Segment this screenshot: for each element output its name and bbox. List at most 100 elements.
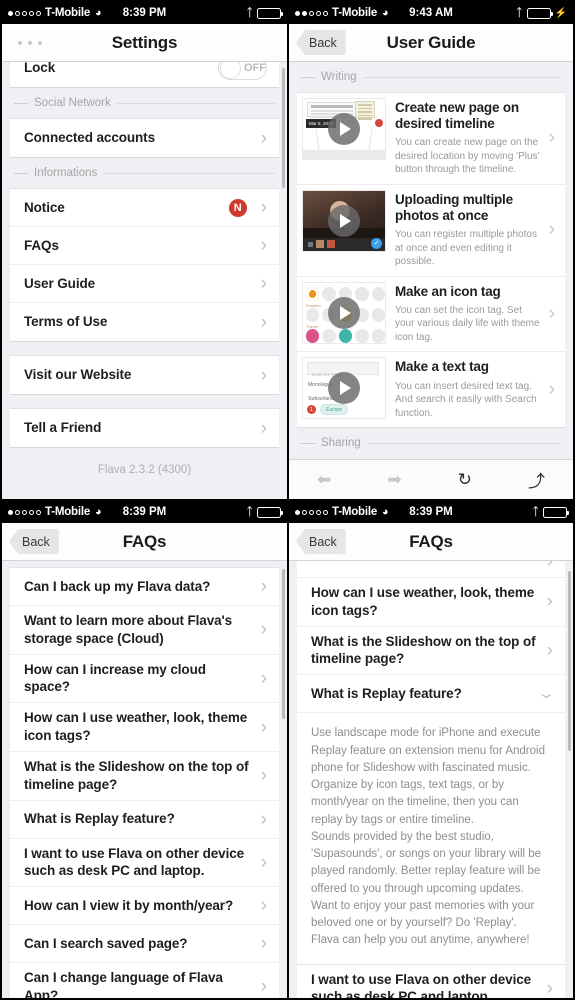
faq-row[interactable]: How can I view it by month/year? › [10,887,279,926]
faq-row-expanded[interactable]: What is Replay feature? ⌄ [297,675,565,714]
scrollbar[interactable] [282,68,285,188]
charging-bolt-icon: ⚡ [554,7,567,19]
status-left: T-Mobile ◕ [295,7,389,19]
faq-detail-scroll-area[interactable]: › How can I use weather, look, theme ico… [289,561,573,998]
row-tell-a-friend[interactable]: Tell a Friend › [10,409,279,447]
play-icon[interactable] [328,372,360,405]
chevron-right-icon: › [260,808,267,830]
guide-item-upload-photos[interactable]: ✓ Uploading multiple photos at once You … [297,184,565,277]
row-terms-of-use[interactable]: Terms of Use › [10,303,279,341]
video-thumbnail[interactable]: Emotion Theme [302,281,386,344]
faq-question: I want to use Flava on other device such… [311,971,532,999]
faq-row[interactable]: I want to use Flava on other device such… [10,838,279,888]
carrier-label: T-Mobile [45,506,91,518]
faq-row[interactable]: What is the Slideshow on the top of time… [297,626,565,676]
row-notice[interactable]: Notice N › [10,189,279,227]
card-faq-list: Can I back up my Flava data? › Want to le… [10,567,279,998]
faq-question: How can I view it by month/year? [24,897,234,913]
card-tell-friend: Tell a Friend › [10,408,279,448]
group-header-writing: Writing [289,62,573,92]
thumb-pill-tag: Europe [320,404,349,416]
lock-toggle[interactable]: OFF [218,62,267,80]
card-faq-detail: › How can I use weather, look, theme ico… [297,561,565,998]
faq-question: Can I change language of Flava App? [24,970,223,998]
menu-dots-icon[interactable] [18,40,42,45]
battery-icon [526,7,553,19]
user-guide-scroll-area[interactable]: Writing Mar 8, 2013 Create new page on d… [289,62,573,499]
chevron-right-icon: › [260,619,267,641]
forward-arrow-icon[interactable]: ➡ [387,470,401,490]
play-icon[interactable] [328,296,360,329]
faq-row[interactable]: I want to use Flava on other device such… [297,964,565,999]
row-lock[interactable]: Lock OFF [10,62,279,87]
row-visit-website[interactable]: Visit our Website › [10,356,279,394]
guide-item-desc: You can set the icon tag. Set your vario… [395,304,540,343]
card-website: Visit our Website › [10,355,279,395]
row-faqs[interactable]: FAQs › [10,227,279,265]
row-connected-accounts[interactable]: Connected accounts › [10,119,279,157]
signal-dots-icon [8,509,41,515]
play-icon[interactable] [328,113,360,145]
browser-toolbar: ⬅ ➡ ↻ ⤴ [289,459,573,499]
back-button[interactable]: Back [296,30,346,55]
faq-question: How can I use weather, look, theme icon … [24,710,248,744]
row-label: FAQs [24,237,59,253]
video-thumbnail[interactable]: ✓ [302,189,386,252]
chevron-right-icon: › [548,219,555,241]
guide-item-desc: You can register multiple photos at once… [395,229,537,268]
chevron-right-icon: › [546,639,553,661]
card-social: Connected accounts › [10,118,279,158]
faq-question: How can I use weather, look, theme icon … [311,585,535,618]
back-button[interactable]: Back [9,529,59,554]
guide-item-create-page[interactable]: Mar 8, 2013 Create new page on desired t… [297,93,565,185]
toggle-state-label: OFF [244,62,266,74]
faq-row[interactable]: Want to learn more about Flava's storage… [10,606,279,655]
faq-row[interactable]: Can I change language of Flava App? › [10,963,279,998]
row-user-guide[interactable]: User Guide › [10,265,279,303]
chevron-right-icon: › [260,417,267,439]
chevron-right-icon: › [260,576,267,597]
faq-row[interactable]: Can I search saved page? › [10,925,279,964]
chevron-right-icon: › [548,127,555,149]
guide-item-desc: You can insert desired text tag. And sea… [395,380,537,419]
guide-item-desc: You can create new page on the desired l… [395,137,540,176]
card-informations: Notice N › FAQs › User Guide › Terms of … [10,188,279,342]
faq-row[interactable]: Can I back up my Flava data? › [10,568,279,606]
play-icon[interactable] [328,204,360,237]
video-thumbnail[interactable]: Mar 8, 2013 [302,98,386,160]
app-version-label: Flava 2.3.2 (4300) [97,464,192,476]
group-header-informations: Informations [2,158,287,188]
guide-item-title: Make a text tag [395,359,489,375]
faq-row-clipped[interactable]: › [297,561,565,578]
check-icon: ✓ [371,237,382,249]
row-label: User Guide [24,275,96,291]
guide-item-title: Make an icon tag [395,283,501,299]
faq-question: Want to learn more about Flava's storage… [24,613,233,646]
faqs-scroll-area[interactable]: Can I back up my Flava data? › Want to le… [2,561,287,998]
guide-item-icon-tag[interactable]: Emotion Theme Make an icon tag You can s… [297,276,565,353]
chevron-right-icon: › [546,591,553,613]
back-button[interactable]: Back [296,529,346,554]
refresh-icon[interactable]: ↻ [458,470,472,490]
battery-icon [257,7,283,19]
back-arrow-icon[interactable]: ⬅ [317,470,331,490]
settings-scroll-area[interactable]: Lock OFF Social Network Connected accoun… [2,62,287,499]
faq-row[interactable]: How can I use weather, look, theme icon … [297,578,565,627]
chevron-right-icon: › [260,311,267,333]
share-icon[interactable]: ⤴ [528,467,545,492]
group-header-label: Sharing [321,437,361,450]
panel-user-guide: T-Mobile ◕ 9:43 AM ᛏ ⚡ Back User Guide W… [288,0,575,500]
guide-item-text-tag[interactable]: Enter the Tags Monologue Switzerland 1 E… [297,352,565,428]
status-bar-faqs-detail: T-Mobile ◕ 8:39 PM ᛏ [289,501,573,523]
video-thumbnail[interactable]: Enter the Tags Monologue Switzerland 1 E… [302,357,386,420]
faq-row[interactable]: How can I use weather, look, theme icon … [10,703,279,752]
group-header-label: Informations [34,167,98,179]
faq-row[interactable]: What is the Slideshow on the top of time… [10,751,279,801]
row-label: Notice [24,199,65,215]
faq-row[interactable]: What is Replay feature? › [10,800,279,839]
scrollbar[interactable] [568,571,571,751]
toggle-knob [220,62,241,79]
scrollbar[interactable] [282,569,285,719]
faq-row[interactable]: How can I increase my cloud space? › [10,654,279,704]
bluetooth-icon: ᛏ [515,7,523,19]
